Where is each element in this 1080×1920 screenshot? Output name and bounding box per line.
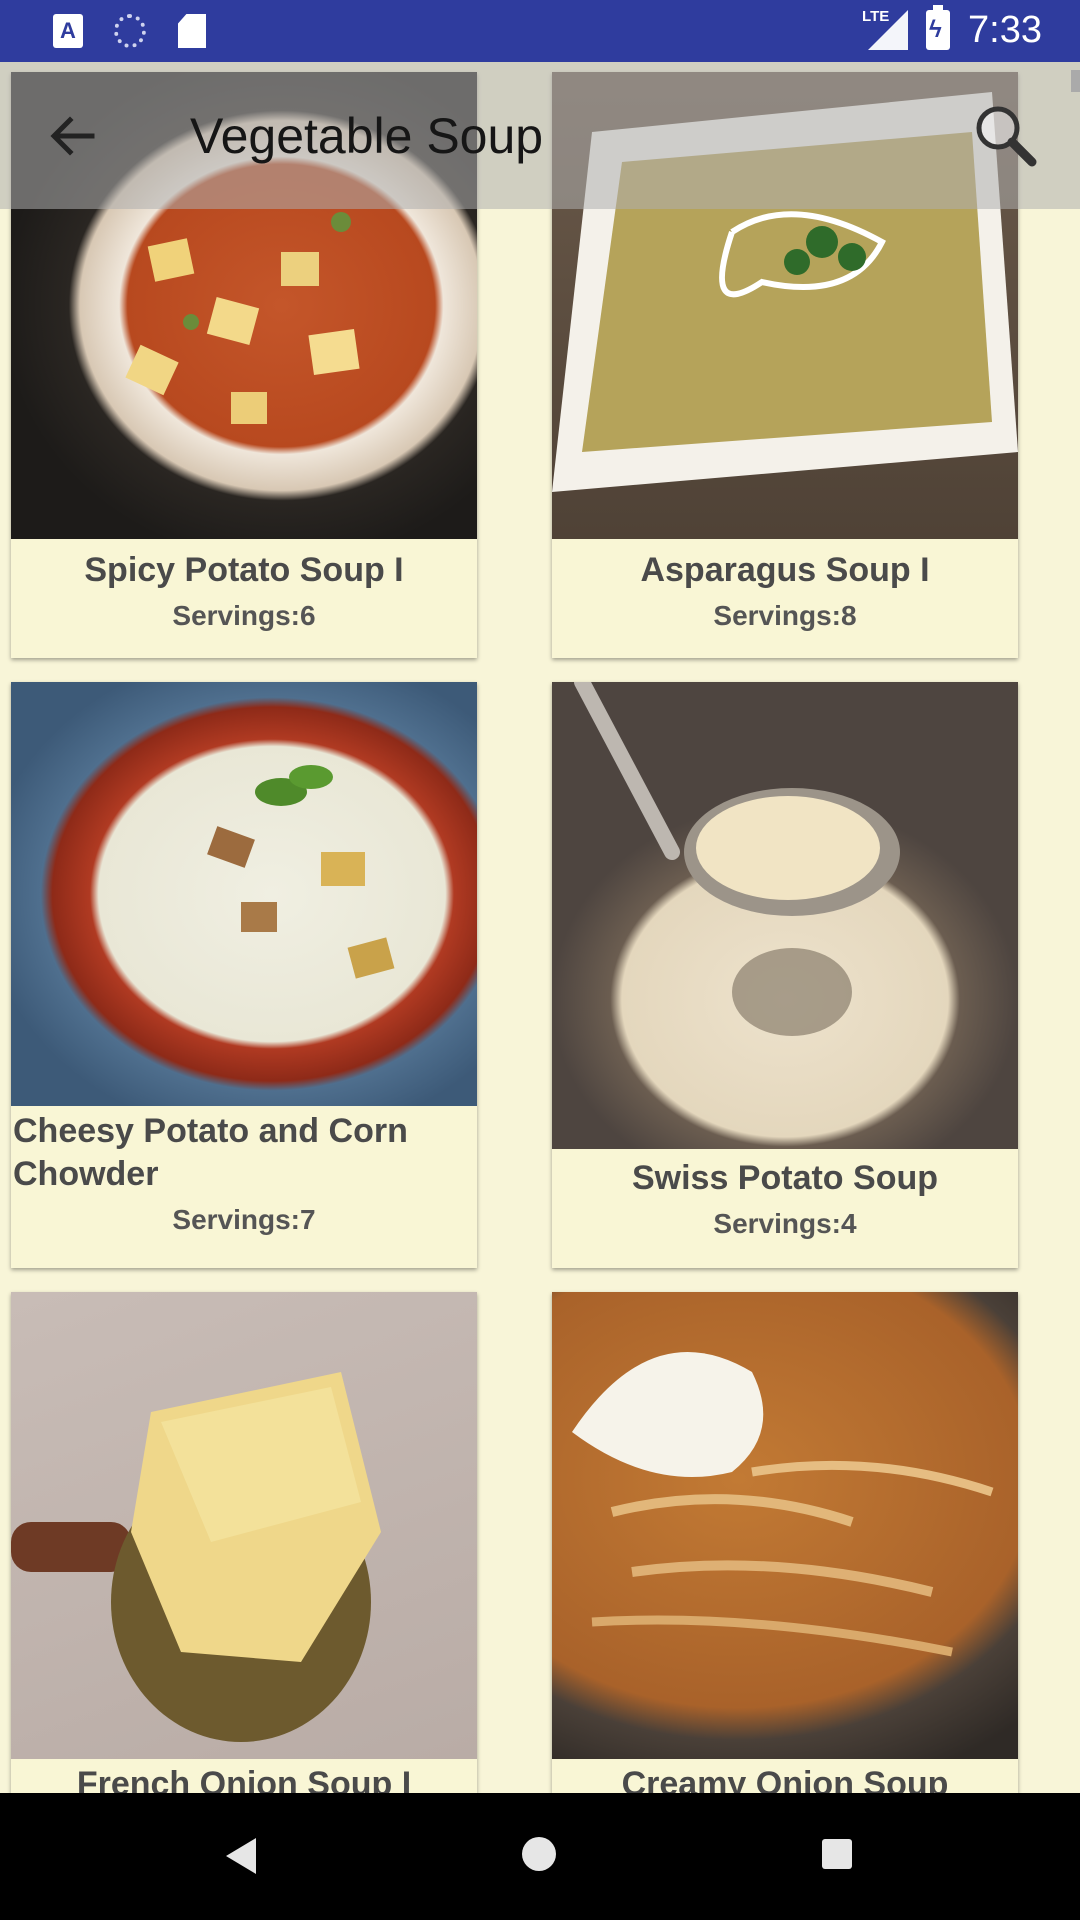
- scrollbar-thumb[interactable]: [1071, 70, 1080, 92]
- lte-signal-icon: LTE: [862, 8, 909, 52]
- accessibility-a-icon: A: [52, 12, 84, 50]
- recipe-photo: [552, 682, 1018, 1149]
- recipe-photo: [552, 1292, 1018, 1759]
- battery-charging-icon: ϟ: [926, 5, 951, 50]
- recipe-card[interactable]: Cheesy Potato and Corn Chowder Servings:…: [11, 682, 477, 1268]
- recipe-servings: Servings:8: [713, 600, 857, 631]
- back-triangle-icon[interactable]: [226, 1838, 256, 1874]
- search-icon: [976, 106, 1037, 167]
- recipe-photo: [11, 1292, 477, 1759]
- sync-icon: [114, 12, 146, 50]
- recipe-card[interactable]: French Onion Soup I: [11, 1292, 477, 1812]
- back-button[interactable]: [42, 106, 102, 166]
- arrow-back-icon: [50, 116, 95, 156]
- recipe-title: Cheesy Potato and Corn Chowder: [13, 1112, 408, 1193]
- recipe-servings: Servings:4: [713, 1208, 857, 1239]
- recipe-title: Asparagus Soup I: [640, 551, 930, 589]
- recipe-card[interactable]: Creamy Onion Soup: [552, 1292, 1018, 1812]
- recents-square-icon[interactable]: [822, 1839, 852, 1869]
- recipe-servings: Servings:7: [172, 1204, 316, 1235]
- recipe-title: Spicy Potato Soup I: [84, 551, 404, 589]
- app-bar: Vegetable Soup: [0, 62, 1080, 209]
- status-left-icons: A: [52, 12, 208, 50]
- recipe-card[interactable]: Swiss Potato Soup Servings:4: [552, 682, 1018, 1268]
- search-button[interactable]: [970, 100, 1040, 170]
- status-bar: A LTE ϟ 7:33: [0, 0, 1080, 62]
- status-time: 7:33: [968, 8, 1042, 51]
- page-title: Vegetable Soup: [190, 108, 544, 164]
- recipe-photo: [11, 682, 477, 1106]
- sd-card-icon: [176, 12, 208, 50]
- recipe-servings: Servings:6: [172, 600, 316, 631]
- french-onion-soup-image: [11, 1372, 381, 1742]
- navigation-bar: [0, 1793, 1080, 1920]
- swiss-potato-soup-image: [574, 682, 900, 1036]
- home-circle-icon[interactable]: [522, 1837, 556, 1871]
- creamy-onion-soup-image: [572, 1352, 994, 1657]
- corn-chowder-image: [207, 765, 395, 979]
- status-right-icons: LTE ϟ 7:33: [862, 5, 1042, 52]
- recipe-title: Swiss Potato Soup: [631, 1159, 939, 1197]
